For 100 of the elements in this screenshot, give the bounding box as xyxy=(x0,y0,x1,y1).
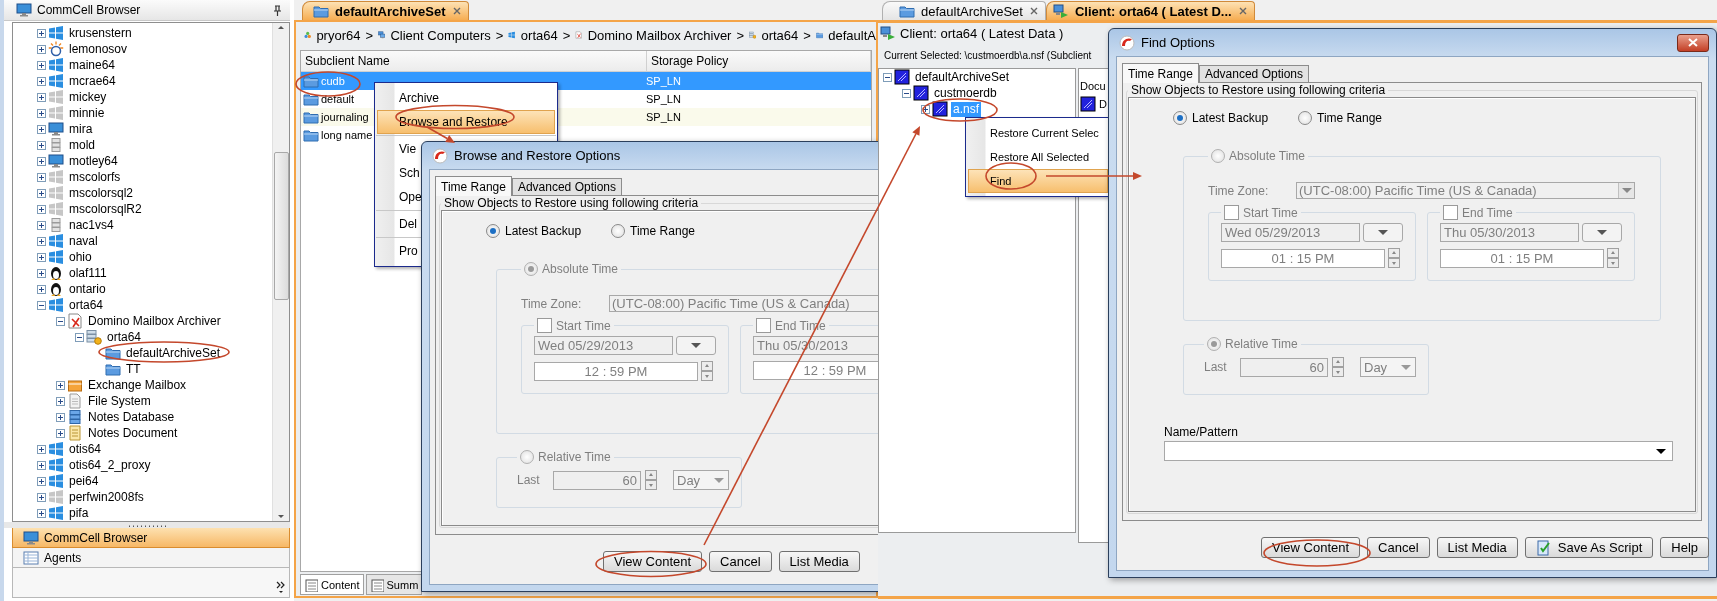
tree-item[interactable]: otis64_2_proxy xyxy=(67,457,153,473)
checkbox-label: Start Time xyxy=(1243,205,1298,220)
radio-label: Latest Backup xyxy=(505,224,582,238)
table-cell: cudb xyxy=(321,75,345,87)
radio-label: Absolute Time xyxy=(542,262,619,276)
breadcrumb-link[interactable]: orta64 xyxy=(520,27,558,43)
tree-item[interactable]: defaultArchiveSet xyxy=(913,69,1012,85)
tree-item[interactable]: mscolorfs xyxy=(67,169,123,185)
table-cell: SP_LN xyxy=(646,75,681,87)
dialog-button[interactable]: View Content xyxy=(1261,537,1361,558)
tree-item[interactable]: maine64 xyxy=(67,57,118,73)
table-cell: journaling xyxy=(321,111,369,123)
tree-item[interactable]: defaultArchiveSet xyxy=(124,345,223,361)
tab[interactable]: Time Range xyxy=(435,176,512,196)
tree-item[interactable]: lemonosov xyxy=(67,41,130,57)
tree-item[interactable]: mold xyxy=(67,137,97,153)
radio-label: Time Range xyxy=(630,224,695,238)
tree-item[interactable]: mira xyxy=(67,121,95,137)
radio-label: Relative Time xyxy=(1225,337,1298,351)
tree-item[interactable]: olaf111 xyxy=(67,265,109,281)
breadcrumb-link[interactable]: Client Computers xyxy=(390,27,491,43)
tab[interactable]: defaultArchiveSet xyxy=(882,1,1046,20)
menu-item[interactable]: Restore All Selected xyxy=(968,145,1108,169)
nav-tab[interactable]: Agents xyxy=(12,548,290,568)
tree-item[interactable]: orta64 xyxy=(105,329,144,345)
breadcrumb-link[interactable]: pryor64 xyxy=(316,27,361,43)
breadcrumb-link[interactable]: Domino Mailbox Archiver xyxy=(587,27,732,43)
tree-item[interactable]: naval xyxy=(67,233,100,249)
tab-label: defaultArchiveSet xyxy=(921,3,1023,19)
dialog-button[interactable]: Save As Script xyxy=(1524,537,1654,558)
tab[interactable]: Advanced Options xyxy=(1198,65,1309,82)
tab[interactable]: Client: orta64 ( Latest D... xyxy=(1045,1,1255,20)
tree-item[interactable]: TT xyxy=(124,361,143,377)
tree-item[interactable]: Notes Database xyxy=(86,409,177,425)
checkbox-label: End Time xyxy=(1462,205,1513,220)
tree-item[interactable]: custmoerdb xyxy=(932,85,999,101)
column-header[interactable]: Storage Policy xyxy=(647,51,871,71)
tree-item[interactable]: orta64 xyxy=(67,297,106,313)
table-cell: SP_LN xyxy=(646,93,681,105)
tree-item[interactable]: pifa xyxy=(67,505,91,521)
field-label: Name/Pattern xyxy=(1164,425,1239,439)
tree-item[interactable]: File System xyxy=(86,393,153,409)
field-label: Time Zone: xyxy=(521,296,583,311)
group-label: Show Objects to Restore using following criteria xyxy=(444,196,699,210)
list-item[interactable]: D xyxy=(1099,98,1107,110)
panel-title: CommCell Browser xyxy=(37,3,142,17)
nav-tab[interactable]: CommCell Browser xyxy=(12,528,290,548)
tree-item[interactable]: nac1vs4 xyxy=(67,217,116,233)
tree-item[interactable]: motley64 xyxy=(67,153,120,169)
radio-label: Relative Time xyxy=(538,450,611,464)
checkbox-label: Start Time xyxy=(556,318,611,333)
breadcrumb-link[interactable]: defaultA xyxy=(828,27,876,43)
group-label: Show Objects to Restore using following criteria xyxy=(1131,83,1386,97)
tab[interactable]: defaultArchiveSet xyxy=(302,1,469,20)
tab[interactable]: Time Range xyxy=(1122,63,1199,83)
tree-item[interactable]: krusenstern xyxy=(67,25,134,41)
menu-item[interactable]: Find xyxy=(968,169,1108,193)
dialog-button[interactable]: View Content xyxy=(603,551,703,572)
field-label: Last xyxy=(517,473,541,487)
breadcrumb-link[interactable]: orta64 xyxy=(761,27,799,43)
tree-item[interactable]: perfwin2008fs xyxy=(67,489,146,505)
breadcrumb-separator: > xyxy=(803,27,811,43)
column-header[interactable]: Docu xyxy=(1080,80,1106,92)
current-selection-text: Current Selected: \custmoerdb\a.nsf (Subclient xyxy=(884,49,1092,61)
dialog-button[interactable]: Cancel xyxy=(709,551,772,572)
breadcrumb-separator: > xyxy=(495,27,504,43)
dialog-title: Browse and Restore Options xyxy=(454,148,622,163)
radio-label: Latest Backup xyxy=(1192,111,1269,125)
dialog-button[interactable]: List Media xyxy=(778,551,860,572)
tree-item[interactable]: mcrae64 xyxy=(67,73,118,89)
tree-item[interactable]: ontario xyxy=(67,281,108,297)
dialog-button[interactable]: List Media xyxy=(1436,537,1518,558)
tab-label: defaultArchiveSet xyxy=(335,3,446,19)
tab-label: Client: orta64 ( Latest D... xyxy=(1074,3,1232,19)
column-header[interactable]: Subclient Name xyxy=(301,51,647,71)
dialog-button[interactable]: Cancel xyxy=(1367,537,1430,558)
breadcrumb-separator: > xyxy=(365,27,374,43)
tree-item[interactable]: Exchange Mailbox xyxy=(86,377,189,393)
radio-label: Time Range xyxy=(1317,111,1382,125)
tree-item[interactable]: minnie xyxy=(67,105,107,121)
tree-item[interactable]: pei64 xyxy=(67,473,101,489)
table-cell: long name xyxy=(321,129,373,141)
tree-item[interactable]: mscolorsql2 xyxy=(67,185,136,201)
tree-item[interactable]: ohio xyxy=(67,249,94,265)
menu-item[interactable]: Restore Current Selec xyxy=(968,121,1108,145)
tree-item[interactable]: Domino Mailbox Archiver xyxy=(86,313,223,329)
tab[interactable]: Summ xyxy=(365,574,423,595)
tree-item[interactable]: mickey xyxy=(67,89,109,105)
dialog-button[interactable]: Help xyxy=(1660,537,1710,558)
tab[interactable]: Advanced Options xyxy=(511,178,622,195)
tab[interactable]: Content xyxy=(300,574,364,595)
dialog-title: Find Options xyxy=(1141,35,1216,50)
tree-item[interactable]: otis64 xyxy=(67,441,104,457)
radio-label: Absolute Time xyxy=(1229,149,1306,163)
table-cell: default xyxy=(321,93,355,105)
client-title: Client: orta64 ( Latest Data ) xyxy=(900,25,1064,41)
breadcrumb-separator: > xyxy=(562,27,571,43)
field-label: Last xyxy=(1204,360,1228,374)
tree-item[interactable]: mscolorsqlR2 xyxy=(67,201,144,217)
tree-item[interactable]: Notes Document xyxy=(86,425,180,441)
